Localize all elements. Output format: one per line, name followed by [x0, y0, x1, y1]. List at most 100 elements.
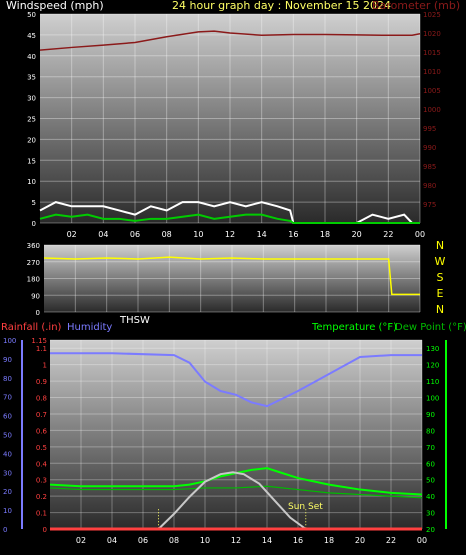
temperature-tick-label: 60: [426, 460, 435, 468]
x-tick-label: 08: [162, 230, 172, 239]
humidity-tick-label: 10: [3, 507, 12, 515]
temperature-label: Temperature (°F): [311, 322, 397, 333]
y2-tick-label: 1025: [423, 11, 441, 19]
x-tick-label: 22: [386, 536, 396, 545]
rain-tick-label: 1: [43, 362, 47, 370]
y-tick-label: 5: [32, 199, 36, 207]
rain-tick-label: 0.2: [36, 493, 47, 501]
x-tick-label: 18: [320, 230, 330, 239]
x-tick-label: 02: [67, 230, 77, 239]
rain-tick-label: 0.9: [36, 378, 47, 386]
y-tick-label: 270: [27, 259, 40, 267]
weather-graph: Windspeed (mph) 24 hour graph day : Nove…: [1, 0, 466, 545]
x-tick-label: 20: [355, 536, 365, 545]
sunset-label: Sun Set: [288, 502, 323, 512]
y2-tick-label: 995: [423, 125, 436, 133]
rain-tick-label: 0.3: [36, 477, 47, 485]
humidity-tick-label: 40: [3, 450, 12, 458]
x-tick-label: 14: [262, 536, 272, 545]
y2-tick-label: 985: [423, 163, 436, 171]
temperature-tick-label: 30: [426, 510, 435, 518]
x-tick-label: 04: [107, 536, 117, 545]
x-tick-label: 16: [293, 536, 303, 545]
chart-title: 24 hour graph day : November 15 2024: [172, 0, 391, 12]
dewpoint-label: Dew Point (°F): [395, 322, 466, 333]
y2-tick-label: 990: [423, 144, 436, 152]
x-tick-label: 00: [417, 536, 427, 545]
rain-tick-label: 1.1: [36, 345, 47, 353]
compass-label: W: [435, 255, 446, 268]
y2-tick-label: 1020: [423, 30, 441, 38]
temperature-tick-label: 80: [426, 427, 435, 435]
windspeed-label: Windspeed (mph): [6, 0, 104, 12]
compass-label: E: [437, 287, 444, 300]
x-tick-label: 20: [352, 230, 362, 239]
temperature-tick-label: 70: [426, 444, 435, 452]
humidity-tick-label: 70: [3, 394, 12, 402]
humidity-tick-label: 50: [3, 432, 12, 440]
x-tick-label: 16: [288, 230, 298, 239]
humidity-tick-label: 60: [3, 413, 12, 421]
rain-tick-label: 0.5: [36, 444, 47, 452]
x-tick-label: 04: [98, 230, 108, 239]
x-tick-label: 12: [225, 230, 235, 239]
humidity-tick-label: 100: [3, 337, 16, 345]
compass-label: N: [436, 303, 444, 316]
x-tick-label: 00: [415, 230, 425, 239]
y2-tick-label: 1010: [423, 68, 441, 76]
rain-tick-label: 0.8: [36, 395, 47, 403]
rain-tick-label: 0.6: [36, 427, 48, 435]
y-tick-label: 0: [36, 309, 40, 317]
y-tick-label: 35: [27, 74, 36, 82]
y2-tick-label: 1005: [423, 87, 441, 95]
y2-tick-label: 980: [423, 182, 436, 190]
y-tick-label: 15: [27, 157, 36, 165]
compass-label: N: [436, 239, 444, 252]
y2-tick-label: 1015: [423, 49, 441, 57]
y-tick-label: 10: [27, 178, 36, 186]
temperature-tick-label: 120: [426, 362, 439, 370]
temperature-tick-label: 90: [426, 411, 435, 419]
temperature-tick-label: 110: [426, 378, 439, 386]
humidity-label: Humidity: [67, 322, 112, 333]
y-tick-label: 30: [27, 95, 36, 103]
humidity-tick-label: 30: [3, 469, 12, 477]
y2-tick-label: 975: [423, 201, 436, 209]
humidity-tick-label: 0: [3, 526, 7, 534]
humidity-tick-label: 20: [3, 488, 12, 496]
rain-tick-label: 1.15: [31, 337, 47, 345]
x-tick-label: 06: [130, 230, 140, 239]
humidity-tick-label: 80: [3, 375, 12, 383]
rain-tick-label: 0: [43, 526, 47, 534]
x-tick-label: 18: [324, 536, 334, 545]
rain-tick-label: 0.7: [36, 411, 47, 419]
y-tick-label: 90: [31, 292, 40, 300]
x-tick-label: 14: [257, 230, 267, 239]
y-tick-label: 40: [27, 53, 36, 61]
humidity-tick-label: 90: [3, 356, 12, 364]
x-tick-label: 10: [200, 536, 210, 545]
temperature-tick-label: 40: [426, 493, 435, 501]
x-tick-label: 22: [383, 230, 393, 239]
y2-tick-label: 1000: [423, 106, 441, 114]
y-tick-label: 20: [27, 136, 36, 144]
x-tick-label: 08: [169, 536, 179, 545]
y-tick-label: 25: [27, 116, 36, 124]
temperature-tick-label: 100: [426, 395, 439, 403]
barometer-label: Barometer (mb): [372, 0, 460, 12]
y-tick-label: 180: [27, 276, 40, 284]
x-tick-label: 06: [138, 536, 148, 545]
x-tick-label: 10: [193, 230, 203, 239]
y-tick-label: 50: [27, 11, 36, 19]
temperature-tick-label: 130: [426, 345, 439, 353]
y-tick-label: 360: [27, 242, 40, 250]
x-tick-label: 12: [231, 536, 241, 545]
thsw-label: THSW: [119, 315, 150, 326]
temperature-tick-label: 20: [426, 526, 435, 534]
y-tick-label: 45: [27, 32, 36, 40]
y-tick-label: 0: [32, 220, 36, 228]
rain-tick-label: 0.1: [36, 510, 47, 518]
x-tick-label: 02: [76, 536, 86, 545]
temperature-tick-label: 50: [426, 477, 435, 485]
compass-label: S: [437, 271, 444, 284]
